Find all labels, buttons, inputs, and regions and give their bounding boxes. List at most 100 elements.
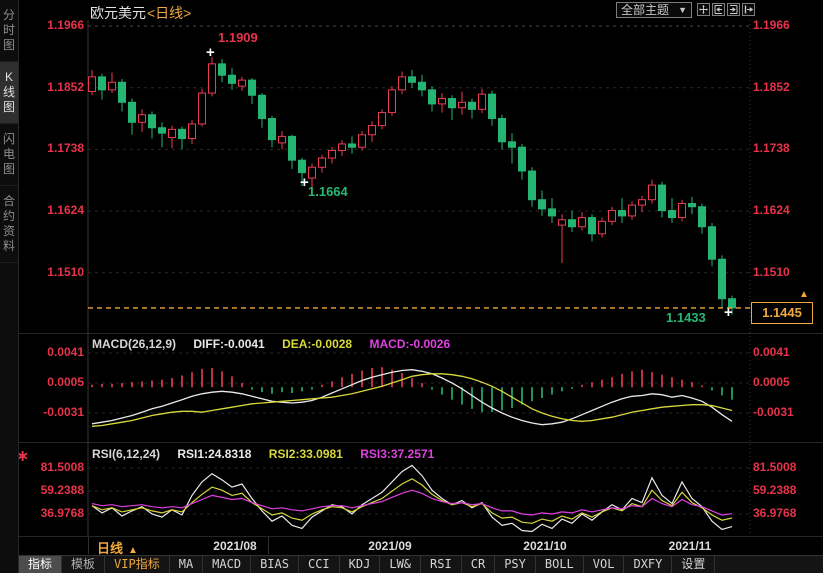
candle-up [279,136,286,142]
candle-up [239,80,246,86]
main-y-axis-label-right: 1.1738 [753,141,790,155]
indicator-tab[interactable]: MACD [203,556,251,573]
rsi1-value: RSI1:24.8318 [177,447,251,461]
pan-move-icon [699,5,708,14]
rsi-indicator-label: RSI(6,12,24) [92,447,160,461]
candle-down [659,185,666,210]
swing-low-annotation: 1.1664 [308,184,348,199]
date-axis-label: 2021/10 [523,539,566,553]
shift-right-icon [744,5,753,14]
candle-down [289,136,296,160]
candle-down [449,99,456,108]
indicator-tab[interactable]: BIAS [251,556,299,573]
date-axis-label: 2021/08 [213,539,256,553]
candle-down [529,171,536,200]
rsi-line-rsi2 [92,479,732,524]
compress-left-button[interactable] [712,3,725,16]
indicator-tab[interactable]: MA [170,556,203,573]
candle-down [539,200,546,209]
candle-down [159,128,166,133]
shift-right-button[interactable] [742,3,755,16]
rsi-y-axis-label-right: 59.2388 [753,483,796,497]
pan-move-button[interactable] [697,3,710,16]
candle-up [369,126,376,135]
candle-down [569,220,576,227]
candle-up [329,150,336,158]
indicator-tab[interactable]: 指标 [19,556,62,573]
candle-down [709,227,716,259]
candle-down [419,82,426,90]
last-low-cross-marker-icon: + [724,306,733,319]
candle-down [469,102,476,109]
rsi-line-rsi1 [92,465,732,531]
indicator-tab[interactable]: VIP指标 [105,556,170,573]
candle-down [509,142,516,147]
chart-area[interactable] [0,0,823,573]
candle-up [89,77,96,92]
sidebar-item-chart-type[interactable]: 分时图 [0,0,18,62]
sidebar-item-active[interactable]: K线图 [0,62,18,124]
candle-down [129,102,136,122]
indicator-tab[interactable]: DXFY [624,556,672,573]
sidebar-item-chart-type[interactable]: 闪电图 [0,124,18,186]
rsi-panel-divider [19,442,823,443]
macd-line-diff [92,370,732,425]
macd-y-axis-label-right: 0.0041 [753,345,790,359]
compress-right-button[interactable] [727,3,740,16]
rsi-y-axis-label-right: 36.9768 [753,506,796,520]
symbol-name: 欧元美元 [90,5,146,21]
indicator-tab[interactable]: RSI [421,556,462,573]
candle-down [549,209,556,216]
date-axis-label: 2021/11 [669,539,712,553]
candle-up [679,203,686,217]
indicator-tab[interactable]: CR [462,556,495,573]
chart-type-sidebar: 分时图K线图闪电图合约资料 [0,0,19,573]
candle-up [309,167,316,178]
indicator-tab[interactable]: PSY [495,556,536,573]
candle-up [339,144,346,150]
indicator-tab[interactable]: KDJ [340,556,381,573]
theme-dropdown[interactable]: 全部主题 ▼ [616,2,692,18]
indicator-tab[interactable]: CCI [299,556,340,573]
candle-up [559,220,566,225]
sidebar-item-chart-type[interactable]: 合约资料 [0,186,18,263]
candle-up [439,99,446,104]
candle-down [269,119,276,140]
price-marker-icon: ▲ [799,289,809,300]
indicator-tab[interactable]: 模板 [62,556,105,573]
candle-up [609,211,616,222]
indicator-tab[interactable]: LW& [380,556,421,573]
indicator-tab[interactable]: BOLL [536,556,584,573]
candle-up [379,113,386,126]
candle-down [519,147,526,171]
date-row-divider [88,537,89,554]
main-y-axis-label-right: 1.1624 [753,203,790,217]
candle-down [249,80,256,95]
candle-down [99,77,106,90]
candle-up [109,82,116,90]
trading-app-window: 分时图K线图闪电图合约资料 欧元美元<日线> 全部主题 ▼ [0,0,823,573]
candle-down [179,129,186,138]
swing-low-cross-marker-icon: + [300,176,309,189]
macd-dea-value: DEA:-0.0028 [282,337,352,351]
candle-up [189,124,196,139]
indicator-tab[interactable]: 设置 [672,556,715,573]
candle-down [149,115,156,128]
rsi-header: RSI(6,12,24) RSI1:24.8318 RSI2:33.0981 R… [92,447,448,461]
candle-down [489,94,496,118]
candle-down [719,259,726,299]
theme-dropdown-label: 全部主题 [621,3,669,17]
high-price-annotation: 1.1909 [218,30,258,45]
date-row-divider [268,537,269,554]
indicator-tab-bar: 指标模板VIP指标MAMACDBIASCCIKDJLW&RSICRPSYBOLL… [19,555,823,573]
candle-up [359,135,366,147]
last-low-annotation: 1.1433 [666,310,706,325]
macd-panel-divider [19,333,823,334]
candle-down [219,64,226,75]
candle-down [589,218,596,234]
main-y-axis-label-right: 1.1852 [753,80,790,94]
candle-up [389,90,396,113]
chart-toolbar-buttons [697,3,755,16]
indicator-tab[interactable]: VOL [584,556,625,573]
candle-down [229,75,236,83]
